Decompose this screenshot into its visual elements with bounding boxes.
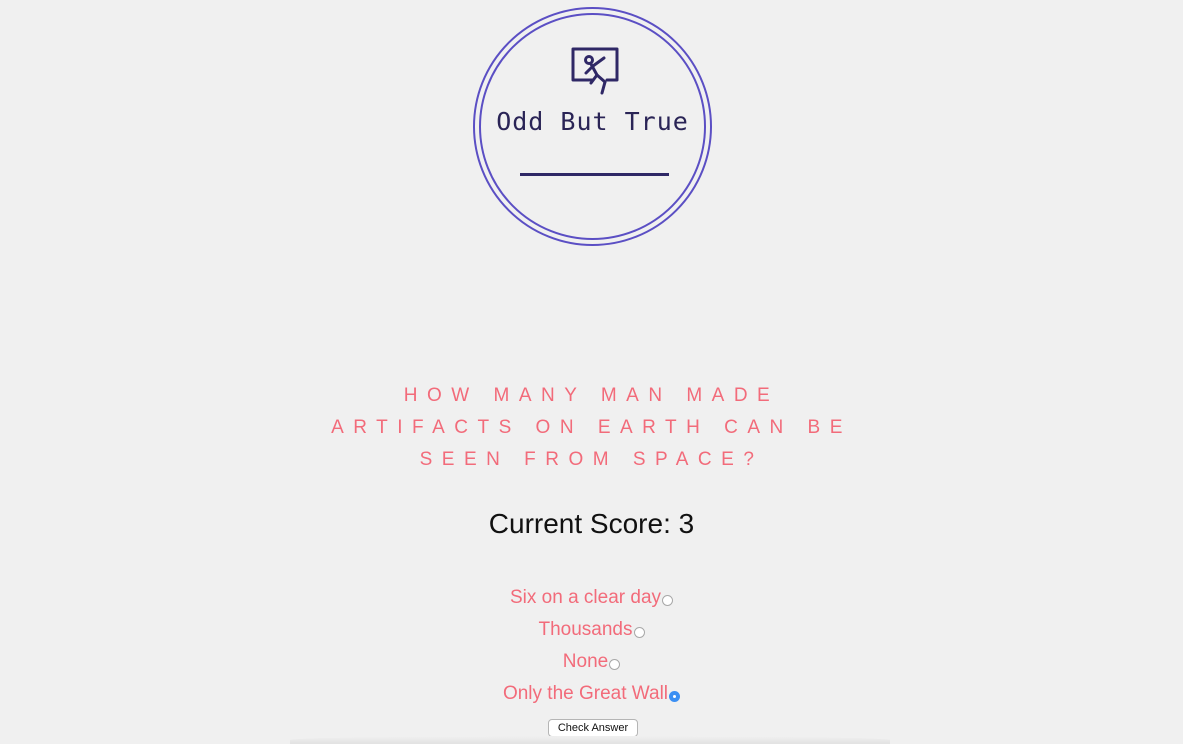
- logo-badge: Odd But True: [473, 7, 712, 246]
- answer-option-thousands[interactable]: Thousands: [0, 614, 1183, 646]
- person-jumping-out-of-frame-icon: [571, 47, 619, 95]
- answer-options: Six on a clear day Thousands None Only t…: [0, 582, 1183, 710]
- answer-radio[interactable]: [662, 595, 674, 606]
- title-underline: [520, 173, 669, 176]
- bottom-shadow: [290, 736, 890, 744]
- answer-option-label: None: [562, 651, 609, 672]
- answer-radio[interactable]: [633, 627, 645, 638]
- answer-option-none[interactable]: None: [0, 646, 1183, 678]
- site-title: Odd But True: [496, 107, 689, 136]
- check-answer-button[interactable]: Check Answer: [548, 719, 638, 737]
- answer-radio[interactable]: [609, 659, 621, 670]
- answer-option-label: Only the Great Wall: [502, 683, 669, 704]
- answer-option-six-on-a-clear-day[interactable]: Six on a clear day: [0, 582, 1183, 614]
- answer-option-only-the-great-wall[interactable]: Only the Great Wall: [0, 678, 1183, 710]
- current-score: Current Score: 3: [488, 508, 695, 539]
- answer-radio-selected[interactable]: [669, 691, 681, 702]
- quiz-question: How many man made artifacts on Earth can…: [331, 385, 852, 470]
- answer-option-label: Six on a clear day: [509, 587, 662, 608]
- quiz-page: Odd But True How many man made artifacts…: [0, 0, 1183, 744]
- answer-option-label: Thousands: [538, 619, 633, 640]
